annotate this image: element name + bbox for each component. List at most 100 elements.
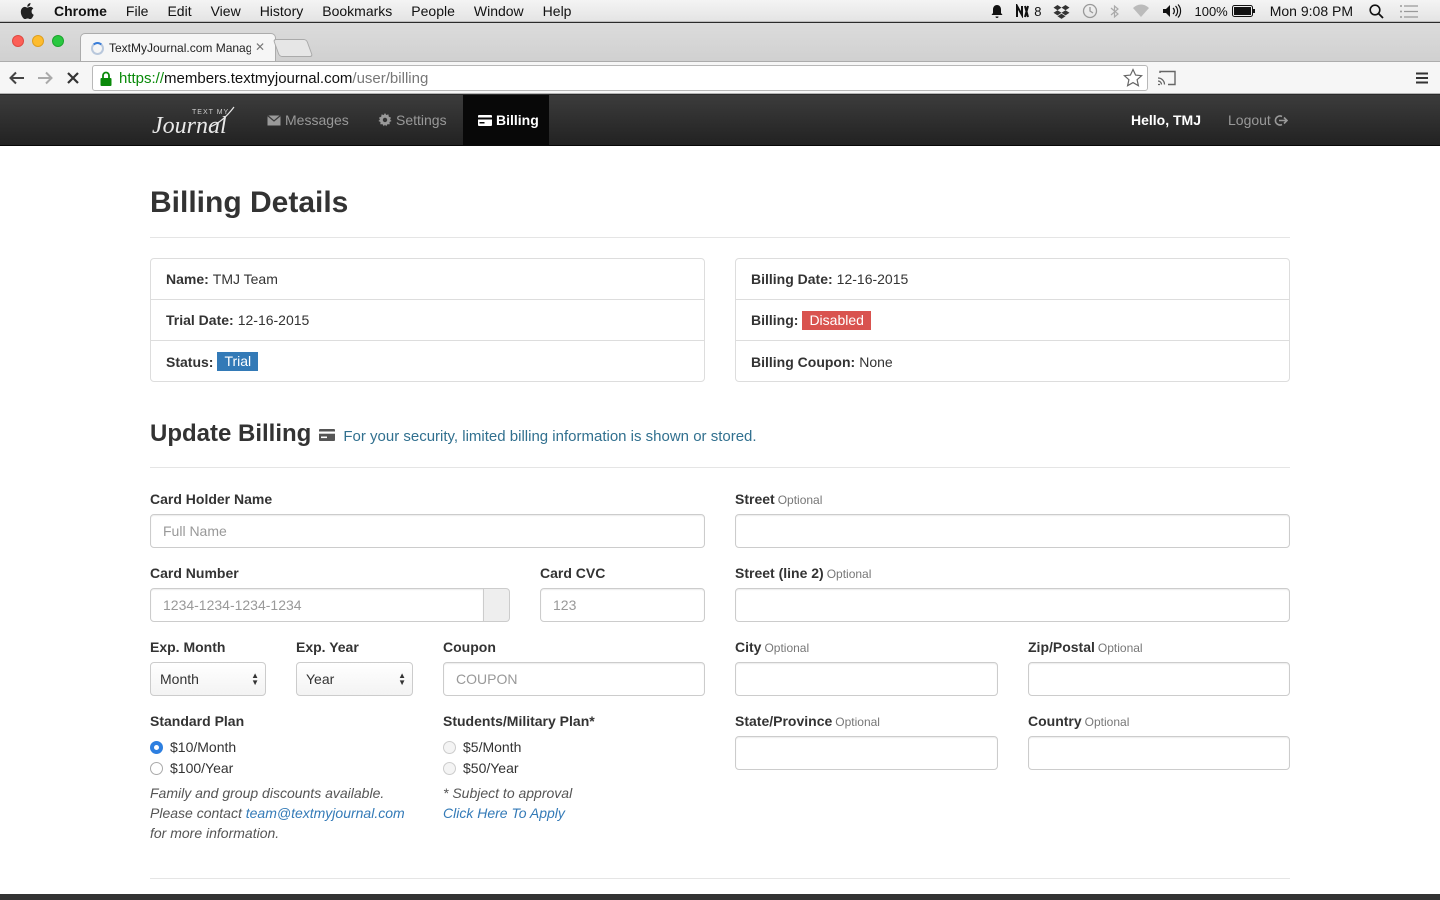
apple-icon[interactable] — [20, 2, 36, 19]
menu-bookmarks[interactable]: Bookmarks — [322, 3, 392, 19]
menu-people[interactable]: People — [411, 3, 455, 19]
student-plan-monthly: $5/Month — [443, 739, 521, 755]
billing-date-value: 12-16-2015 — [836, 271, 909, 287]
street2-label-text: Street (line 2) — [735, 565, 824, 581]
card-holder-input[interactable]: Full Name — [150, 514, 705, 548]
site-navbar: TEXT MY Journal Messages Settings Billin… — [0, 95, 1440, 146]
coupon-input[interactable]: COUPON — [443, 662, 705, 696]
menubar-status-area: 8 100% Mon 9:08 PM — [978, 0, 1440, 22]
nav-messages-label: Messages — [285, 112, 349, 128]
account-info-panel: Name: TMJ Team Trial Date: 12-16-2015 St… — [150, 258, 705, 382]
close-tab-icon[interactable]: ✕ — [255, 40, 265, 54]
street2-input[interactable] — [735, 588, 1290, 622]
nav-messages[interactable]: Messages — [252, 95, 364, 145]
cast-icon[interactable] — [1156, 68, 1178, 88]
zip-label: Zip/Postal Optional — [1028, 639, 1143, 655]
country-label-text: Country — [1028, 713, 1082, 729]
brand-logo[interactable]: TEXT MY Journal — [150, 103, 240, 139]
menu-view[interactable]: View — [211, 3, 241, 19]
credit-card-icon — [319, 420, 336, 448]
notifier-count: 8 — [1034, 3, 1042, 19]
standard-plan-label: Standard Plan — [150, 713, 245, 729]
bookmark-star-icon[interactable] — [1122, 68, 1144, 92]
status-label: Status: — [166, 353, 214, 370]
plan-option-monthly-label: $10/Month — [170, 739, 237, 755]
spotlight-search-icon[interactable] — [1369, 3, 1384, 19]
zip-input[interactable] — [1028, 662, 1290, 696]
contact-email-link[interactable]: team@textmyjournal.com — [246, 805, 405, 821]
student-plan-monthly-label: $5/Month — [463, 739, 522, 755]
close-window-button[interactable] — [12, 35, 24, 47]
new-tab-button[interactable] — [272, 39, 314, 57]
select-arrows-icon: ▲ ▼ — [251, 671, 259, 687]
nav-logout-label: Logout — [1228, 112, 1271, 128]
bluetooth-icon[interactable] — [1110, 4, 1120, 19]
optional-tag: Optional — [777, 493, 823, 507]
wifi-icon[interactable] — [1132, 4, 1150, 18]
menu-window[interactable]: Window — [474, 3, 524, 19]
menu-help[interactable]: Help — [543, 3, 572, 19]
menu-file[interactable]: File — [126, 3, 149, 19]
battery-percent[interactable]: 100% — [1194, 4, 1227, 19]
envelope-icon — [267, 114, 281, 126]
notifier-icon[interactable]: 8 — [1016, 4, 1041, 19]
name-value: TMJ Team — [212, 271, 278, 287]
street-input[interactable] — [735, 514, 1290, 548]
notification-center-icon[interactable] — [1400, 4, 1418, 18]
tab-title: TextMyJournal.com Manag — [109, 41, 251, 55]
menubar-clock[interactable]: Mon 9:08 PM — [1270, 3, 1353, 19]
trial-date-row: Trial Date: 12-16-2015 — [151, 300, 704, 341]
exp-year-label: Exp. Year — [296, 639, 359, 655]
fullscreen-window-button[interactable] — [52, 35, 64, 47]
address-bar[interactable]: https:// members.textmyjournal.com /user… — [92, 65, 1148, 91]
forward-arrow-icon[interactable] — [35, 68, 55, 88]
country-input[interactable] — [1028, 736, 1290, 770]
browser-tab-active[interactable]: TextMyJournal.com Manag ✕ — [80, 33, 276, 62]
menu-app-chrome[interactable]: Chrome — [54, 3, 107, 19]
country-label: Country Optional — [1028, 713, 1129, 729]
nav-settings-label: Settings — [396, 112, 447, 128]
apply-link[interactable]: Click Here To Apply — [443, 805, 565, 821]
radio-disabled-icon — [443, 740, 456, 754]
nav-billing[interactable]: Billing — [463, 95, 549, 145]
contact-prefix: Please contact — [150, 805, 246, 821]
battery-icon[interactable] — [1231, 5, 1256, 17]
card-cvc-input[interactable]: 123 — [540, 588, 705, 622]
nav-hello-user[interactable]: Hello, TMJ — [1116, 95, 1216, 145]
state-input[interactable] — [735, 736, 998, 770]
city-input[interactable] — [735, 662, 998, 696]
optional-tag: Optional — [835, 715, 880, 729]
card-cvc-label: Card CVC — [540, 565, 606, 581]
optional-tag: Optional — [826, 567, 872, 581]
minimize-window-button[interactable] — [32, 35, 44, 47]
nav-settings[interactable]: Settings — [363, 95, 462, 145]
nav-logout[interactable]: Logout — [1213, 95, 1307, 145]
stop-loading-icon[interactable] — [63, 68, 83, 88]
city-label: City Optional — [735, 639, 809, 655]
trial-date-value: 12-16-2015 — [237, 312, 310, 328]
menu-edit[interactable]: Edit — [167, 3, 191, 19]
optional-tag: Optional — [1084, 715, 1130, 729]
exp-year-select[interactable]: Year ▲ ▼ — [296, 662, 413, 696]
volume-icon[interactable] — [1162, 4, 1182, 18]
chrome-menu-icon[interactable] — [1412, 68, 1432, 88]
street-label: Street Optional — [735, 491, 822, 507]
menu-history[interactable]: History — [260, 3, 304, 19]
radio-selected-icon[interactable] — [150, 740, 163, 754]
back-arrow-icon[interactable] — [7, 68, 27, 88]
street2-label: Street (line 2) Optional — [735, 565, 871, 581]
plan-option-monthly[interactable]: $10/Month — [150, 739, 236, 755]
plan-option-yearly-label: $100/Year — [170, 760, 234, 776]
plan-option-yearly[interactable]: $100/Year — [150, 760, 233, 776]
dropbox-icon[interactable] — [1053, 4, 1070, 19]
radio-unselected-icon[interactable] — [150, 761, 163, 775]
card-number-input[interactable]: 1234-1234-1234-1234 — [150, 588, 484, 622]
exp-month-select[interactable]: Month ▲ ▼ — [150, 662, 266, 696]
page-title: Billing Details — [150, 186, 349, 219]
window-controls — [12, 35, 72, 47]
secure-lock-icon — [99, 71, 113, 86]
url-path: /user/billing — [352, 69, 429, 87]
time-machine-icon[interactable] — [1082, 3, 1098, 19]
security-note: For your security, limited billing infor… — [343, 428, 757, 445]
bell-icon[interactable] — [990, 4, 1004, 19]
